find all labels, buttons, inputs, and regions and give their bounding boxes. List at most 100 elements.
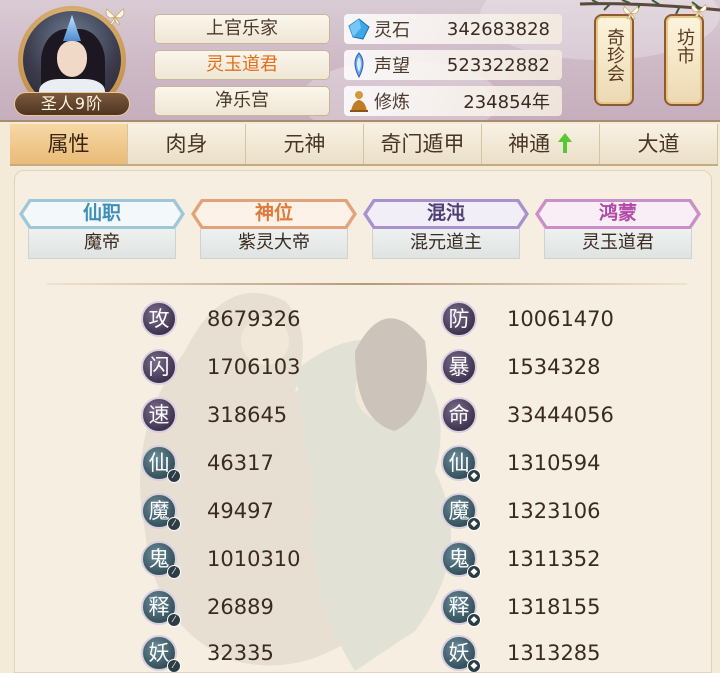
life-icon: 命 [441, 397, 477, 433]
title-heading-label: 鸿蒙 [598, 202, 637, 224]
stat-value: 1323106 [507, 499, 601, 523]
stat-glyph: 妖 [448, 641, 470, 665]
avatar-crown [63, 15, 81, 41]
title-deity-rank[interactable]: 神位 紫灵大帝 [191, 199, 357, 259]
title-heading: 混沌 [363, 199, 529, 229]
tab-label: 属性 [47, 132, 90, 156]
stat-value: 8679326 [207, 307, 301, 331]
resource-value: 342683828 [446, 18, 550, 40]
butterfly-icon [623, 5, 639, 20]
market-button[interactable]: 坊市 [664, 14, 704, 106]
sword-sub-icon: ⁄ [167, 469, 181, 483]
buddha-defense-icon: 释 ◆ [441, 589, 481, 627]
shield-sub-icon: ◆ [467, 517, 481, 531]
title-value: 混元道主 [372, 229, 520, 259]
title-heading-label: 神位 [254, 202, 293, 224]
stat-immortal-attack: 仙 ⁄ 46317 [141, 443, 274, 483]
stat-value: 32335 [207, 641, 274, 665]
stat-value: 1313285 [507, 641, 601, 665]
tab-qimen[interactable]: 奇门遁甲 [364, 124, 482, 164]
shield-sub-icon: ◆ [467, 613, 481, 627]
tab-attributes[interactable]: 属性 [10, 124, 128, 164]
tab-label: 奇门遁甲 [380, 132, 465, 156]
immortal-attack-icon: 仙 ⁄ [141, 445, 181, 483]
resource-prestige: 声望 523322882 [344, 50, 562, 80]
stat-immortal-defense: 仙 ◆ 1310594 [441, 443, 601, 483]
treasure-fair-button[interactable]: 奇珍会 [594, 14, 634, 106]
ghost-attack-icon: 鬼 ⁄ [141, 541, 181, 579]
sword-sub-icon: ⁄ [167, 613, 181, 627]
stat-value: 10061470 [507, 307, 614, 331]
stat-value: 26889 [207, 595, 274, 619]
defense-icon: 防 [441, 301, 477, 337]
player-name: 上官乐家 [154, 14, 330, 44]
beast-defense-icon: 妖 ◆ [441, 635, 481, 672]
shield-sub-icon: ◆ [467, 659, 481, 672]
stat-glyph: 鬼 [448, 547, 470, 571]
dodge-icon: 闪 [141, 349, 177, 385]
treasure-fair-label: 奇珍会 [604, 28, 625, 82]
stat-defense: 防 10061470 [441, 299, 614, 339]
spirit-stone-icon [344, 14, 374, 44]
title-heading-label: 仙职 [82, 202, 121, 224]
demon-defense-icon: 魔 ◆ [441, 493, 481, 531]
tab-divine-power[interactable]: 神通 [482, 124, 600, 164]
stat-glyph: 鬼 [148, 547, 170, 571]
tab-soul[interactable]: 元神 [246, 124, 364, 164]
tab-great-dao[interactable]: 大道 [600, 124, 718, 164]
title-primordial[interactable]: 鸿蒙 灵玉道君 [535, 199, 701, 259]
title-heading: 神位 [191, 199, 357, 229]
tab-label: 元神 [283, 132, 326, 156]
resource-spirit-stone: 灵石 342683828 [344, 14, 562, 44]
attribute-tabs: 属性 肉身 元神 奇门遁甲 神通 大道 [10, 124, 718, 166]
stat-value: 1706103 [207, 355, 301, 379]
ghost-defense-icon: 鬼 ◆ [441, 541, 481, 579]
stat-buddha-attack: 释 ⁄ 26889 [141, 587, 274, 627]
title-value: 魔帝 [28, 229, 176, 259]
resource-value: 234854年 [463, 92, 550, 113]
shield-sub-icon: ◆ [467, 565, 481, 579]
beast-attack-icon: 妖 ⁄ [141, 635, 181, 672]
stat-demon-defense: 魔 ◆ 1323106 [441, 491, 601, 531]
rank-badge: 圣人9阶 [14, 92, 130, 116]
resource-label: 灵石 [374, 20, 410, 41]
tab-label: 肉身 [165, 132, 208, 156]
sword-sub-icon: ⁄ [167, 659, 181, 672]
attack-icon: 攻 [141, 301, 177, 337]
avatar-face [57, 41, 87, 77]
tab-label: 大道 [637, 132, 680, 156]
stat-beast-defense: 妖 ◆ 1313285 [441, 633, 601, 672]
shield-sub-icon: ◆ [467, 469, 481, 483]
butterfly-icon [105, 8, 125, 25]
title-chaos[interactable]: 混沌 混元道主 [363, 199, 529, 259]
stat-glyph: 妖 [148, 641, 170, 665]
title-value: 灵玉道君 [544, 229, 692, 259]
stat-attack: 攻 8679326 [141, 299, 301, 339]
title-value: 紫灵大帝 [200, 229, 348, 259]
demon-attack-icon: 魔 ⁄ [141, 493, 181, 531]
tab-label: 神通 [508, 132, 551, 156]
buddha-attack-icon: 释 ⁄ [141, 589, 181, 627]
stat-glyph: 魔 [148, 499, 170, 523]
stat-demon-beast-attack: 妖 ⁄ 32335 [141, 633, 274, 672]
stat-glyph: 释 [448, 595, 470, 619]
resource-cultivation: 修炼 234854年 [344, 86, 562, 116]
title-heading-label: 混沌 [426, 202, 465, 224]
stat-glyph: 释 [148, 595, 170, 619]
stat-ghost-defense: 鬼 ◆ 1311352 [441, 539, 601, 579]
stat-life: 命 33444056 [441, 395, 614, 435]
market-label: 坊市 [674, 28, 695, 64]
stat-glyph: 仙 [148, 451, 170, 475]
sect-name: 净乐宫 [154, 86, 330, 116]
resource-label: 声望 [374, 56, 410, 77]
resource-label: 修炼 [374, 92, 410, 113]
attribute-panel: 仙职 魔帝 神位 紫灵大帝 混沌 混元道主 鸿蒙 灵玉道君 攻 8679326 … [14, 170, 712, 673]
up-arrow-icon [557, 133, 572, 153]
tab-body[interactable]: 肉身 [128, 124, 246, 164]
stat-critical: 暴 1534328 [441, 347, 601, 387]
cultivation-icon [344, 86, 374, 116]
stat-value: 33444056 [507, 403, 614, 427]
title-immortal-post[interactable]: 仙职 魔帝 [19, 199, 185, 259]
stat-value: 49497 [207, 499, 274, 523]
stat-speed: 速 318645 [141, 395, 287, 435]
